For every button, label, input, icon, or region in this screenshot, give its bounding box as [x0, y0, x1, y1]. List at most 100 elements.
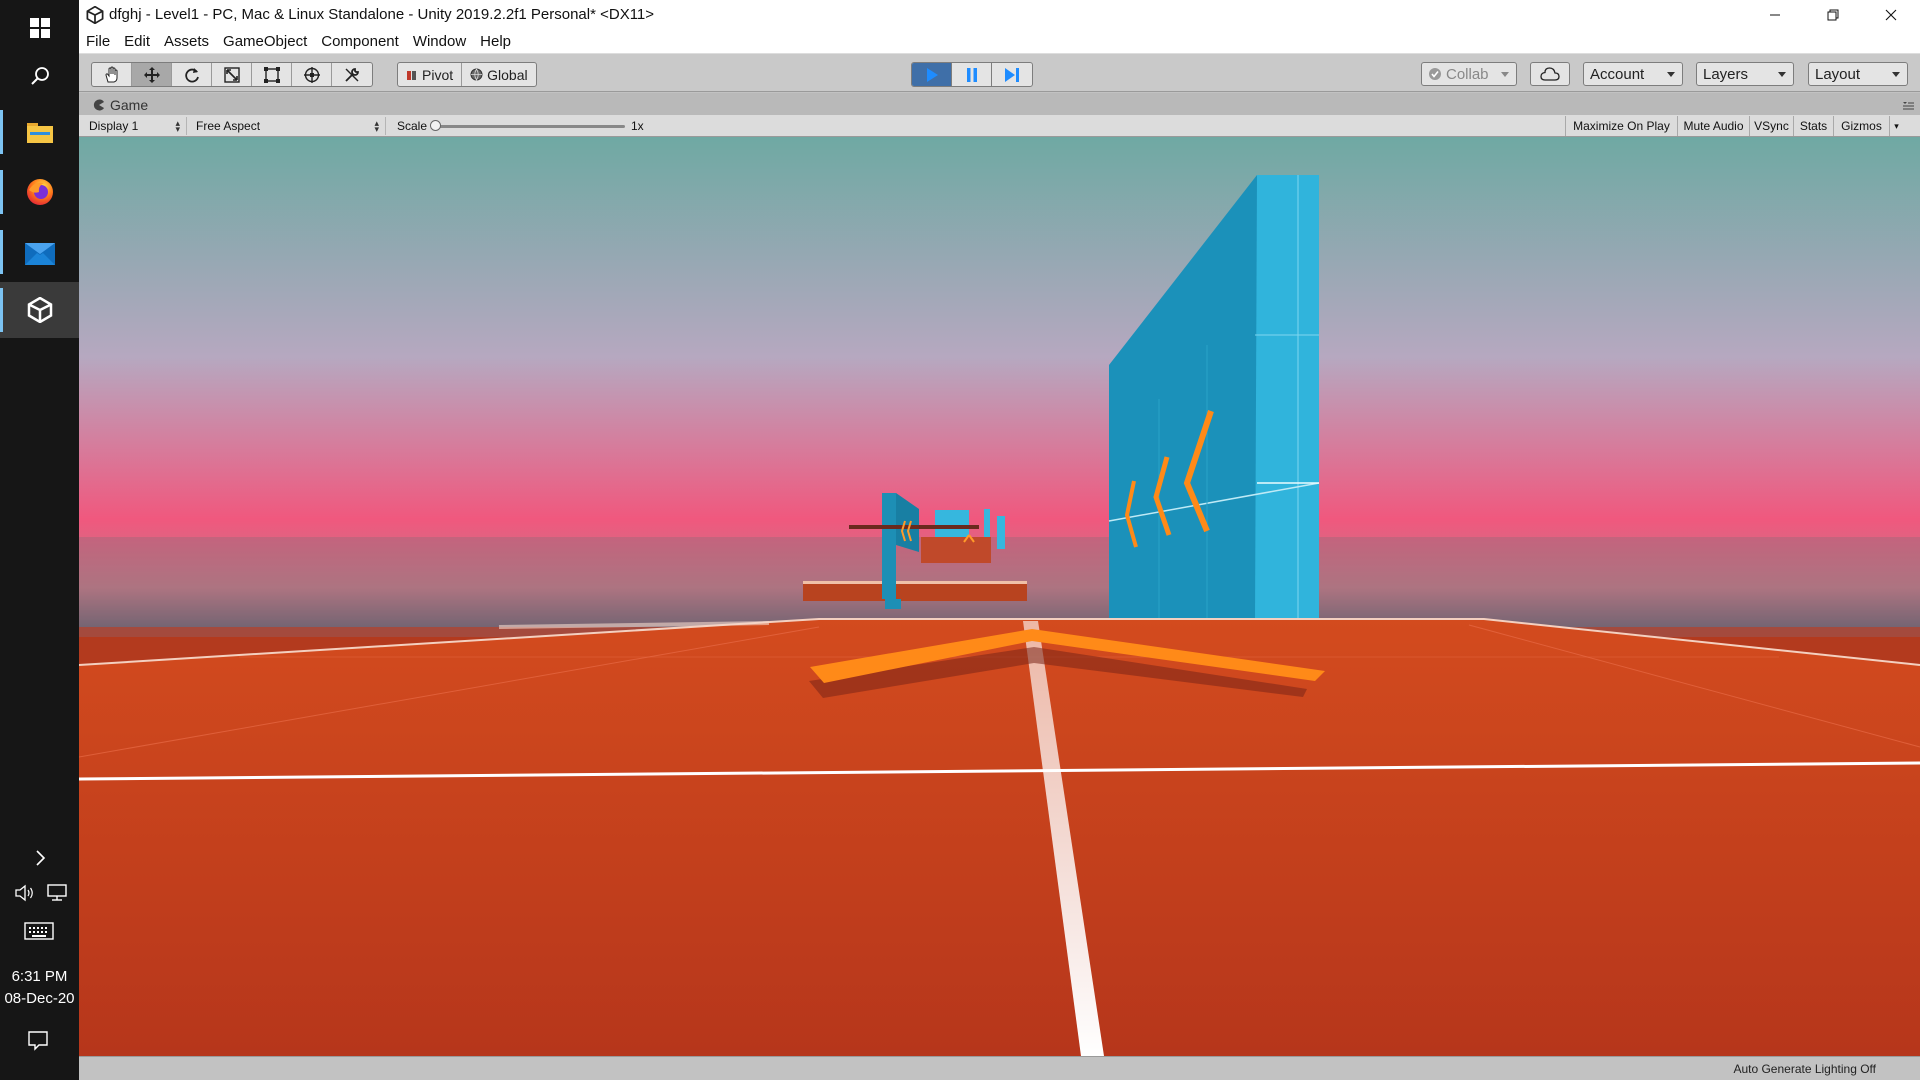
account-label: Account [1590, 65, 1645, 83]
game-tab-bar: Game [79, 93, 1920, 115]
global-label: Global [487, 66, 528, 83]
collab-caret-icon [1501, 72, 1509, 77]
tab-game[interactable]: Game [87, 94, 158, 115]
gizmos-dropdown-button[interactable]: ▾ [1889, 116, 1903, 136]
close-icon [1885, 9, 1897, 20]
clock-time[interactable]: 6:31 PM [0, 968, 79, 985]
taskbar-unity[interactable] [0, 282, 79, 338]
aspect-dropdown[interactable]: Free Aspect ▴ ▾ [190, 117, 386, 135]
account-dropdown[interactable]: Account [1583, 62, 1683, 86]
checkmark-icon [1429, 68, 1441, 80]
taskbar-firefox[interactable] [0, 164, 79, 220]
pivot-label: Pivot [422, 66, 454, 83]
playmode-controls [911, 62, 1033, 87]
display-label: Display 1 [89, 119, 139, 133]
taskbar-search-button[interactable] [0, 48, 79, 104]
cloud-icon [1540, 67, 1560, 81]
scale-slider-track[interactable] [435, 125, 625, 128]
game-view-render[interactable] [79, 137, 1920, 1056]
scale-icon [223, 66, 240, 83]
notification-icon [28, 1031, 48, 1051]
move-tool-button[interactable] [132, 63, 172, 86]
cloud-services-button[interactable] [1530, 62, 1570, 86]
windows-taskbar: 6:31 PM 08-Dec-20 [0, 0, 79, 1080]
rotate-tool-button[interactable] [172, 63, 212, 86]
restore-button[interactable] [1804, 0, 1862, 29]
account-caret-icon [1667, 72, 1675, 77]
play-button[interactable] [912, 63, 952, 86]
close-button[interactable] [1862, 0, 1920, 29]
title-bar: dfghj - Level1 - PC, Mac & Linux Standal… [79, 0, 1920, 29]
volume-icon [15, 884, 33, 902]
lighting-status[interactable]: Auto Generate Lighting Off [1733, 1062, 1876, 1076]
firefox-icon [26, 179, 53, 205]
gizmos-toggle[interactable]: Gizmos [1833, 116, 1889, 136]
rotate-icon [184, 67, 199, 82]
hand-icon [104, 65, 117, 82]
game-view-toolbar: Display 1 ▴ ▾ Free Aspect ▴ ▾ Scale 1x Max… [79, 115, 1920, 137]
taskbar-file-explorer[interactable] [0, 104, 79, 160]
main-toolbar: Pivot Global Collab Account Layers Layou… [79, 54, 1920, 92]
pause-button[interactable] [952, 63, 992, 86]
minimize-button[interactable] [1746, 0, 1804, 29]
custom-tool-button[interactable] [332, 63, 372, 86]
wrench-icon [345, 67, 359, 82]
menu-edit[interactable]: Edit [117, 33, 157, 50]
taskbar-mail[interactable] [0, 224, 79, 280]
globe-icon [470, 68, 483, 81]
display-dropdown[interactable]: Display 1 ▴ ▾ [83, 117, 187, 135]
transform-tools [91, 62, 373, 87]
layers-label: Layers [1703, 65, 1749, 83]
aspect-label: Free Aspect [196, 119, 261, 133]
menu-bar: File Edit Assets GameObject Component Wi… [79, 29, 1920, 54]
chevron-right-icon [35, 850, 45, 866]
vsync-toggle[interactable]: VSync [1749, 116, 1793, 136]
clock-date[interactable]: 08-Dec-20 [0, 990, 79, 1007]
collab-dropdown[interactable]: Collab [1421, 62, 1517, 86]
rect-transform-icon [263, 66, 280, 83]
volume-button[interactable] [14, 884, 38, 904]
menu-assets[interactable]: Assets [157, 33, 216, 50]
play-icon [926, 67, 938, 82]
network-button[interactable] [46, 884, 70, 904]
collab-label: Collab [1446, 65, 1489, 83]
global-toggle[interactable]: Global [462, 63, 535, 86]
updown-icon: ▴ ▾ [175, 118, 180, 134]
kebab-menu-icon [1903, 102, 1914, 110]
scale-slider-thumb[interactable] [430, 120, 441, 131]
menu-file[interactable]: File [79, 33, 117, 50]
tab-game-label: Game [110, 96, 149, 113]
layers-caret-icon [1778, 72, 1786, 77]
minimize-icon [1770, 14, 1780, 15]
rect-tool-button[interactable] [252, 63, 292, 86]
menu-window[interactable]: Window [406, 33, 473, 50]
unity-editor-window: dfghj - Level1 - PC, Mac & Linux Standal… [79, 0, 1920, 1080]
show-hidden-icons-button[interactable] [0, 840, 79, 876]
menu-gameobject[interactable]: GameObject [216, 33, 314, 50]
pause-icon [966, 67, 977, 82]
restore-icon [1827, 9, 1839, 20]
updown-icon: ▴ ▾ [374, 118, 379, 134]
hand-tool-button[interactable] [92, 63, 132, 86]
mute-audio-toggle[interactable]: Mute Audio [1677, 116, 1749, 136]
transform-icon [303, 66, 320, 83]
action-center-button[interactable] [27, 1030, 51, 1052]
pivot-toggle[interactable]: Pivot [398, 63, 463, 86]
network-icon [47, 884, 67, 901]
layout-dropdown[interactable]: Layout [1808, 62, 1908, 86]
layers-dropdown[interactable]: Layers [1696, 62, 1794, 86]
step-button[interactable] [992, 63, 1032, 86]
menu-help[interactable]: Help [473, 33, 518, 50]
touch-keyboard-button[interactable] [24, 922, 56, 942]
layout-label: Layout [1815, 65, 1861, 83]
maximize-on-play-toggle[interactable]: Maximize On Play [1565, 116, 1677, 136]
menu-component[interactable]: Component [314, 33, 406, 50]
tab-options-button[interactable] [1902, 98, 1914, 110]
transform-tool-button[interactable] [292, 63, 332, 86]
windows-start-icon [29, 18, 50, 38]
stats-toggle[interactable]: Stats [1793, 116, 1833, 136]
layout-caret-icon [1892, 72, 1900, 77]
mail-icon [24, 243, 55, 265]
scene-render [79, 137, 1920, 1056]
scale-tool-button[interactable] [212, 63, 252, 86]
